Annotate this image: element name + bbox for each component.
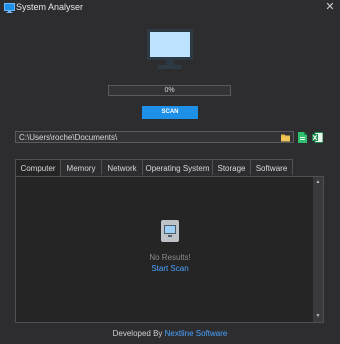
footer-prefix: Developed By [112, 329, 165, 338]
close-button[interactable]: ✕ [324, 1, 336, 14]
tab-software[interactable]: Software [251, 159, 293, 175]
tab-computer[interactable]: Computer [15, 159, 61, 176]
excel-icon[interactable] [312, 132, 323, 143]
tab-memory[interactable]: Memory [61, 159, 102, 175]
monitor-illustration [147, 29, 193, 69]
tab-storage[interactable]: Storage [213, 159, 251, 175]
path-text: C:\Users\roche\Documents\ [19, 133, 118, 142]
no-results-text: No Results! [149, 253, 191, 262]
path-input[interactable]: C:\Users\roche\Documents\ [15, 131, 294, 143]
scroll-down-icon[interactable]: ▼ [313, 312, 323, 321]
monitor-icon [4, 3, 15, 13]
window-title: System Analyser [16, 2, 84, 12]
scroll-up-icon[interactable]: ▲ [313, 178, 323, 187]
scrollbar[interactable]: ▲ ▼ [313, 177, 323, 322]
progress-text: 0% [164, 87, 175, 94]
results-panel: ▲ ▼ [15, 176, 324, 323]
tab-operating-system[interactable]: Operating System [143, 159, 213, 175]
title-bar: System Analyser ✕ [0, 0, 340, 16]
document-icon[interactable] [298, 132, 307, 143]
tab-network[interactable]: Network [102, 159, 143, 175]
footer-link[interactable]: Nextline Software [165, 329, 228, 338]
start-scan-link[interactable]: Start Scan [0, 264, 340, 273]
footer: Developed By Nextline Software [0, 329, 340, 338]
folder-icon[interactable] [281, 133, 290, 142]
computer-icon [161, 220, 179, 242]
progress-bar: 0% [108, 85, 231, 96]
scan-button[interactable]: SCAN [142, 106, 198, 119]
tab-bar: Computer Memory Network Operating System… [15, 159, 293, 176]
